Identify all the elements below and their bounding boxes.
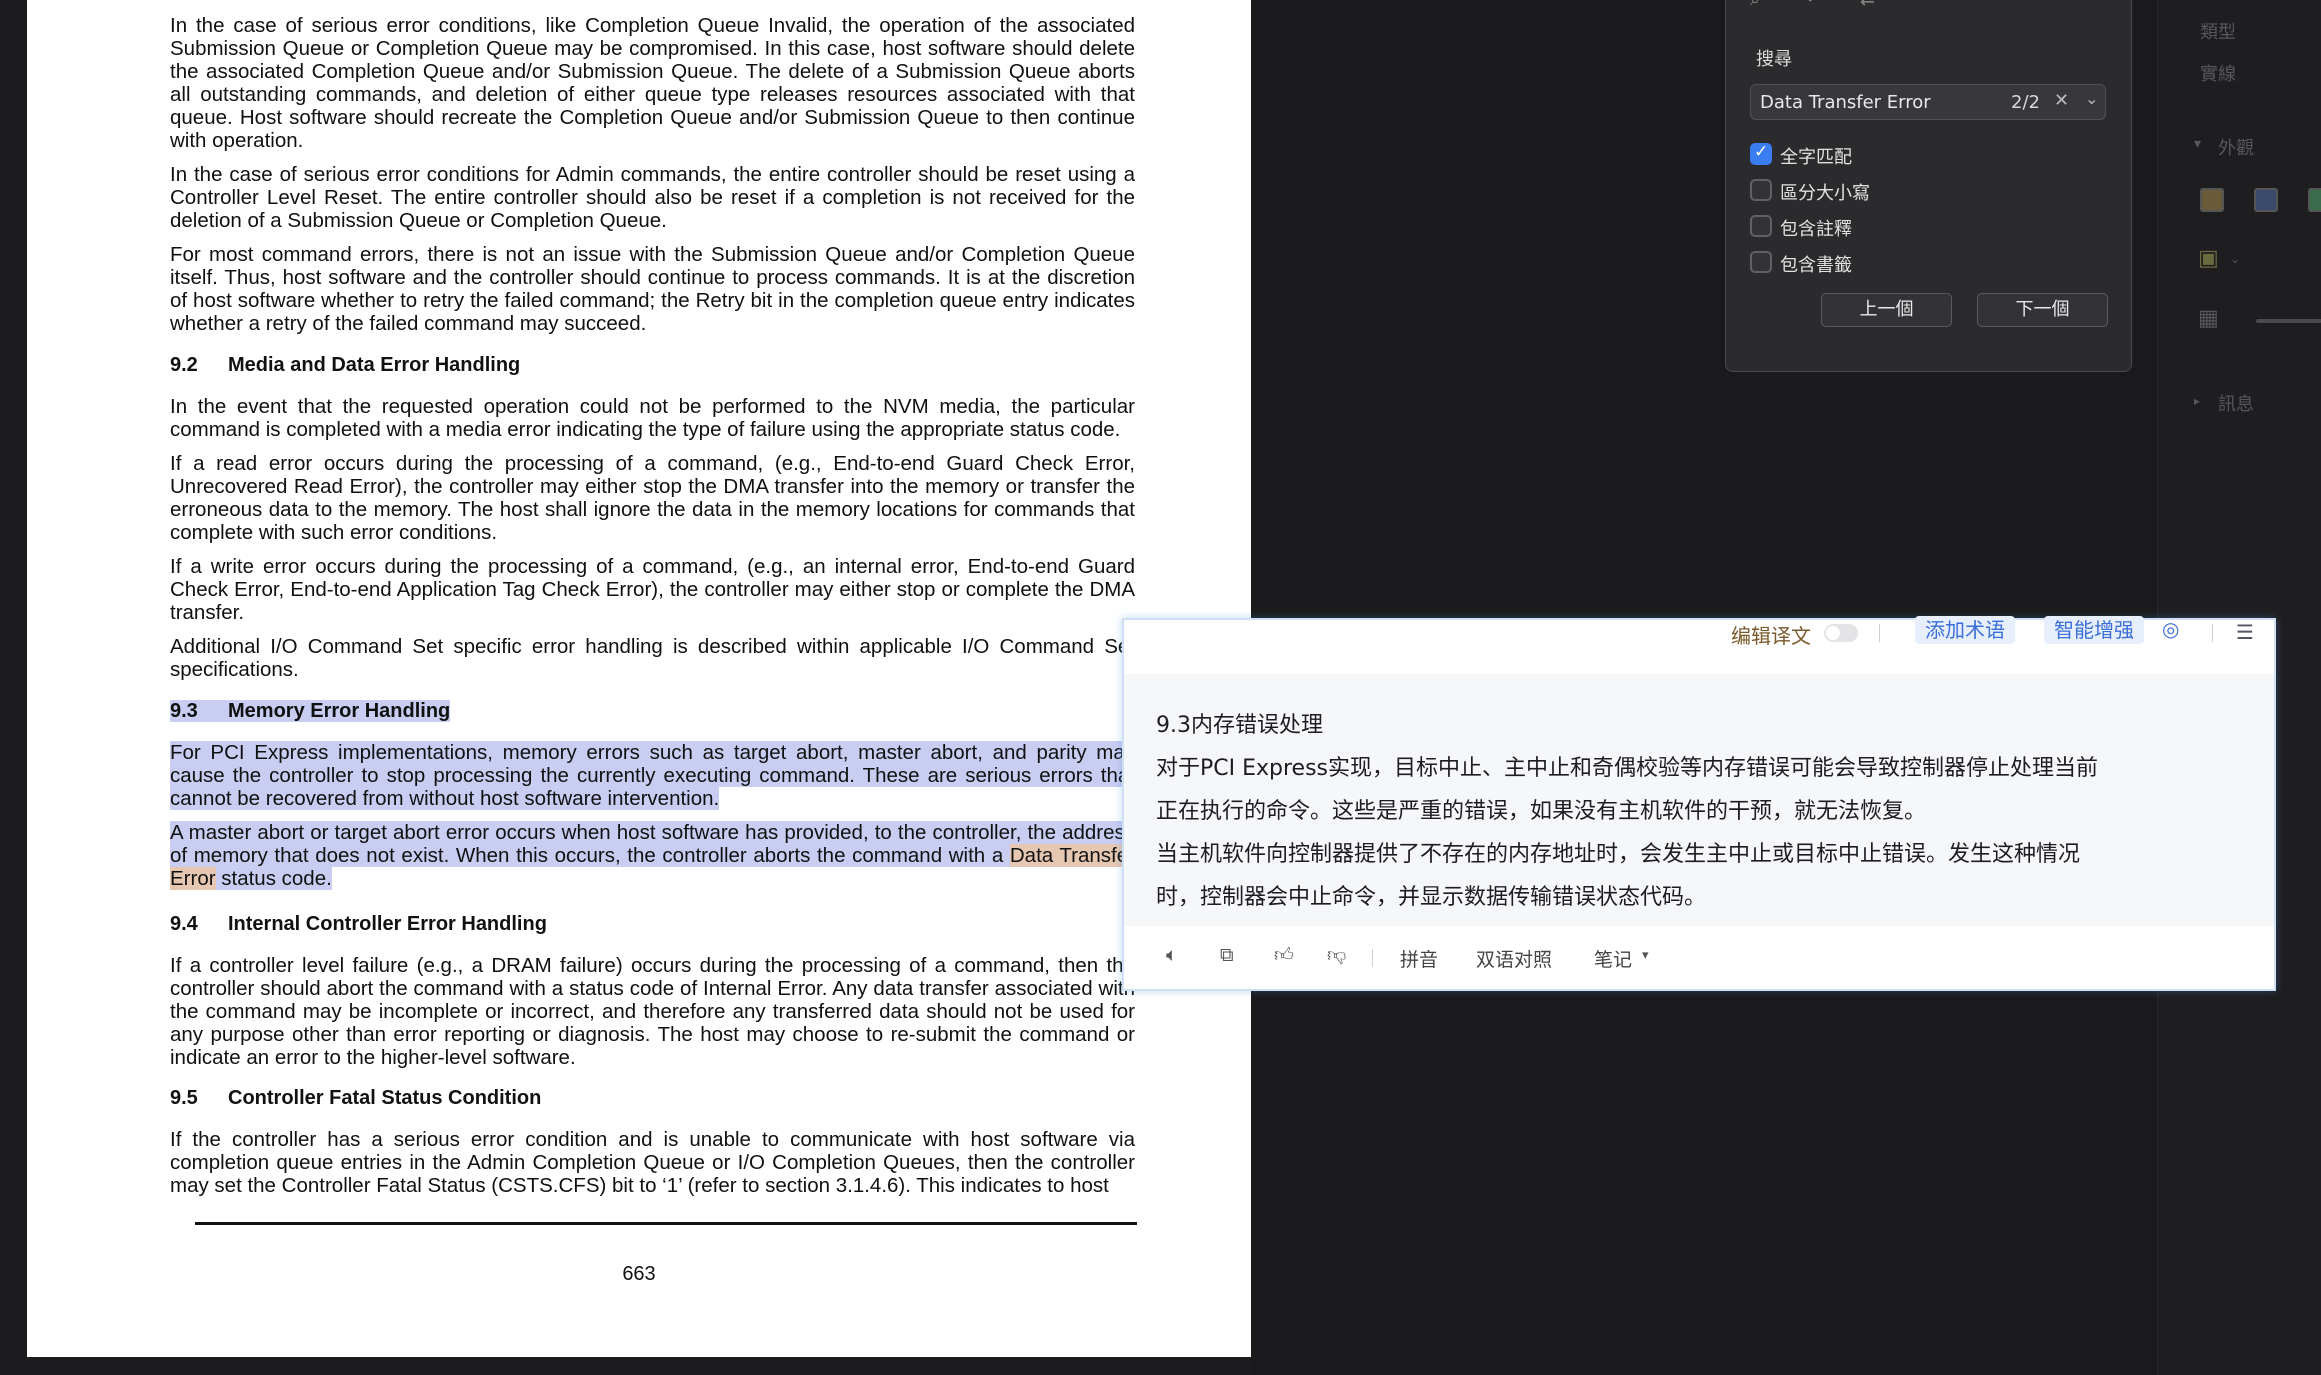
translation-line: 当主机软件向控制器提供了不存在的内存地址时，会发生主中止或目标中止错误。发生这种… (1156, 842, 2081, 867)
search-query[interactable]: Data Transfer Error (1760, 92, 1931, 113)
pdf-text-top: In the case of serious error conditions,… (170, 14, 1135, 346)
page-bottom-margin (27, 1357, 1251, 1375)
paragraph: Additional I/O Command Set specific erro… (170, 635, 1135, 681)
section-heading: 9.2 Media and Data Error Handling (170, 354, 521, 376)
pdf-page[interactable]: In the case of serious error conditions,… (27, 0, 1251, 1357)
left-margin (0, 0, 27, 1375)
thumbs-up-icon[interactable]: 👍︎ (1274, 944, 1294, 967)
whole-word-checkbox[interactable] (1750, 142, 1772, 165)
search-icon[interactable]: ⌕ (1750, 0, 1760, 10)
divider (2212, 624, 2213, 642)
paragraph-selected: A master abort or target abort error occ… (170, 821, 1135, 890)
section-heading: 9.5 Controller Fatal Status Condition (170, 1087, 542, 1109)
notes-button[interactable]: 笔记 (1594, 945, 1632, 972)
include-bookmarks-label[interactable]: 包含書籤 (1780, 251, 1852, 277)
match-case-checkbox[interactable] (1750, 179, 1772, 201)
section-appearance[interactable]: 外觀 (2218, 134, 2254, 160)
section-9-4: 9.4 Internal Controller Error Handling If… (170, 913, 1135, 1080)
divider (1372, 949, 1373, 967)
prop-line-label[interactable]: 實線 (2200, 60, 2236, 86)
smart-enhance-button[interactable]: 智能增强 (2044, 616, 2144, 644)
section-info[interactable]: 訊息 (2218, 390, 2254, 416)
search-title: 搜尋 (1756, 49, 1792, 70)
chevron-down-icon[interactable]: ⌄ (2230, 252, 2240, 266)
translation-popup: 编辑译文 添加术语 智能增强 ◎ ☰ 9.3内存错误处理 对于PCI Expre… (1122, 616, 2276, 991)
clear-icon[interactable]: ✕ (2054, 90, 2069, 111)
divider (1879, 624, 1880, 642)
next-button[interactable]: 下一個 (1977, 293, 2108, 327)
translation-line: 时，控制器会中止命令，并显示数据传输错误状态代码。 (1156, 885, 1707, 910)
chevron-right-icon[interactable]: ▸ (2194, 394, 2200, 408)
pinyin-button[interactable]: 拼音 (1400, 945, 1438, 972)
back-icon[interactable]: ↶ (1806, 0, 1821, 10)
edit-translation-toggle[interactable] (1824, 624, 1858, 642)
section-heading: 9.3 Memory Error Handling (170, 700, 451, 722)
paragraph: In the case of serious error conditions,… (170, 14, 1135, 152)
opacity-icon: ▦ (2198, 306, 2219, 331)
include-annotations-checkbox[interactable] (1750, 215, 1772, 237)
page-number: 663 (622, 1263, 656, 1285)
include-annotations-label[interactable]: 包含註釋 (1780, 215, 1852, 241)
translation-line: 对于PCI Express实现，目标中止、主中止和奇偶校验等内存错误可能会导致控… (1156, 756, 2099, 781)
copy-icon[interactable]: ⧉ (1220, 944, 1234, 966)
speaker-icon[interactable]: 🔈︎ (1166, 944, 1177, 966)
bilingual-button[interactable]: 双语对照 (1476, 945, 1552, 972)
paragraph: If a write error occurs during the proce… (170, 555, 1135, 624)
border-color-icon[interactable]: ▣ (2198, 246, 2219, 271)
color-swatch[interactable] (2308, 188, 2321, 212)
section-heading: 9.4 Internal Controller Error Handling (170, 913, 547, 935)
translation-line: 正在执行的命令。这些是严重的错误，如果没有主机软件的干预，就无法恢复。 (1156, 799, 1927, 824)
translation-line: 9.3内存错误处理 (1156, 713, 1323, 738)
page-footer-rule (195, 1222, 1137, 1225)
paragraph: If the controller has a serious error co… (170, 1128, 1135, 1197)
match-case-label[interactable]: 區分大小寫 (1780, 179, 1870, 205)
color-swatch[interactable] (2200, 188, 2224, 212)
section-9-5: 9.5 Controller Fatal Status Condition If … (170, 1087, 1135, 1208)
paragraph: For most command errors, there is not an… (170, 243, 1135, 335)
add-term-button[interactable]: 添加术语 (1915, 616, 2015, 644)
menu-icon[interactable]: ☰ (2236, 620, 2254, 644)
paragraph: If a controller level failure (e.g., a D… (170, 954, 1135, 1069)
chevron-down-icon[interactable]: ⌄ (2085, 89, 2098, 108)
translation-text[interactable]: 9.3内存错误处理 对于PCI Express实现，目标中止、主中止和奇偶校验等… (1124, 674, 2274, 926)
color-swatch[interactable] (2254, 188, 2278, 212)
paragraph: If a read error occurs during the proces… (170, 452, 1135, 544)
translation-toolbar: 编辑译文 添加术语 智能增强 ◎ ☰ (1124, 616, 2274, 674)
translation-actions: 🔈︎ ⧉ 👍︎ 👎︎ 拼音 双语对照 笔记 ▾ (1124, 926, 2274, 989)
target-icon[interactable]: ◎ (2162, 617, 2179, 641)
opacity-slider[interactable] (2256, 319, 2321, 323)
include-bookmarks-checkbox[interactable] (1750, 251, 1772, 273)
previous-button[interactable]: 上一個 (1821, 293, 1952, 327)
match-count: 2/2 (2011, 92, 2040, 113)
section-9-2: 9.2 Media and Data Error Handling In the … (170, 354, 1135, 692)
paragraph-selected: For PCI Express implementations, memory … (170, 741, 1135, 810)
section-9-3[interactable]: 9.3 Memory Error Handling For PCI Express… (170, 700, 1135, 901)
search-dialog: ⌕ ↶ ⇄ 搜尋 Data Transfer Error 2/2 ✕ ⌄ 全字匹… (1725, 0, 2132, 372)
search-input[interactable]: Data Transfer Error 2/2 ✕ ⌄ (1750, 84, 2106, 120)
prop-type-label[interactable]: 類型 (2200, 18, 2236, 44)
paragraph: In the case of serious error conditions … (170, 163, 1135, 232)
paragraph: In the event that the requested operatio… (170, 395, 1135, 441)
caret-down-icon[interactable]: ▾ (1642, 948, 1649, 963)
thumbs-down-icon[interactable]: 👎︎ (1327, 944, 1346, 967)
replace-icon[interactable]: ⇄ (1860, 0, 1875, 10)
whole-word-label[interactable]: 全字匹配 (1780, 143, 1852, 169)
chevron-down-icon[interactable]: ▾ (2194, 136, 2201, 152)
edit-translation-label[interactable]: 编辑译文 (1731, 620, 1811, 649)
